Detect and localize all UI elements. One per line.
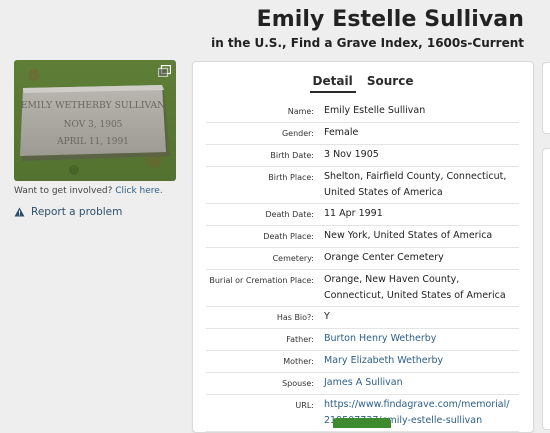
get-involved-text: Want to get involved? Click here. [14,186,163,196]
mother-link[interactable]: Mary Elizabeth Wetherby [324,353,519,370]
gravestone-image: EMILY WETHERBY SULLIVAN NOV 3, 1905 APRI… [14,60,176,181]
click-here-link[interactable]: Click here. [115,186,162,196]
spouse-link[interactable]: James A Sullivan [324,375,519,392]
warning-icon [14,207,25,217]
detail-row-death-place: Death Place: New York, United States of … [206,226,519,248]
detail-row-spouse: Spouse: James A Sullivan [206,373,519,395]
detail-row-birth-date: Birth Date: 3 Nov 1905 [206,145,519,167]
detail-row-father: Father: Burton Henry Wetherby [206,329,519,351]
row-value: Emily Estelle Sullivan [324,105,426,116]
row-label: Birth Place: [268,173,314,182]
father-link[interactable]: Burton Henry Wetherby [324,331,519,348]
row-value: Orange Center Cemetery [324,252,444,263]
row-label: Name: [287,107,314,116]
detail-card: Detail Source Name: Emily Estelle Sulliv… [192,61,534,433]
row-value: Shelton, Fairfield County, Connecticut, … [324,171,507,198]
row-label: URL: [295,401,314,410]
row-label: Father: [286,335,314,344]
tab-detail[interactable]: Detail [309,74,356,93]
row-label: Death Place: [263,232,314,241]
record-header: Emily Estelle Sullivan in the U.S., Find… [211,6,524,51]
collection-subtitle: in the U.S., Find a Grave Index, 1600s-C… [211,36,524,50]
row-value: 3 Nov 1905 [324,149,379,160]
gravestone-photo[interactable]: EMILY WETHERBY SULLIVAN NOV 3, 1905 APRI… [14,60,176,181]
detail-row-has-bio: Has Bio?: Y [206,307,519,329]
row-value: Female [324,127,359,138]
detail-row-cemetery: Cemetery: Orange Center Cemetery [206,248,519,270]
detail-row-gender: Gender: Female [206,123,519,145]
svg-text:EMILY WETHERBY SULLIVAN: EMILY WETHERBY SULLIVAN [21,100,165,111]
row-label: Death Date: [265,210,314,219]
detail-row-burial-place: Burial or Cremation Place: Orange, New H… [206,270,519,307]
row-value: 11 Apr 1991 [324,208,383,219]
tab-bar: Detail Source [193,74,533,93]
row-label: Birth Date: [270,151,314,160]
row-value: Y [324,311,330,322]
report-problem-label: Report a problem [31,206,123,218]
tab-source[interactable]: Source [364,74,417,91]
right-side-panel-lower [542,148,550,430]
row-label: Spouse: [282,379,314,388]
row-label: Gender: [281,129,314,138]
row-label: Has Bio?: [276,313,314,322]
right-side-panel [542,62,550,134]
detail-row-death-date: Death Date: 11 Apr 1991 [206,204,519,226]
row-value: Orange, New Haven County, Connecticut, U… [324,274,506,301]
row-label: Burial or Cremation Place: [209,276,314,285]
expand-image-icon[interactable] [158,65,171,77]
detail-row-birth-place: Birth Place: Shelton, Fairfield County, … [206,167,519,204]
page-title: Emily Estelle Sullivan [256,7,524,32]
detail-row-name: Name: Emily Estelle Sullivan [206,101,519,123]
row-value: New York, United States of America [324,230,493,241]
svg-text:APRIL 11, 1991: APRIL 11, 1991 [56,137,129,147]
svg-text:NOV 3, 1905: NOV 3, 1905 [64,120,123,130]
detail-row-mother: Mother: Mary Elizabeth Wetherby [206,351,519,373]
row-label: Mother: [283,357,314,366]
row-label: Cemetery: [272,254,314,263]
detail-table: Name: Emily Estelle Sullivan Gender: Fem… [206,101,519,432]
report-problem-link[interactable]: Report a problem [14,206,122,218]
